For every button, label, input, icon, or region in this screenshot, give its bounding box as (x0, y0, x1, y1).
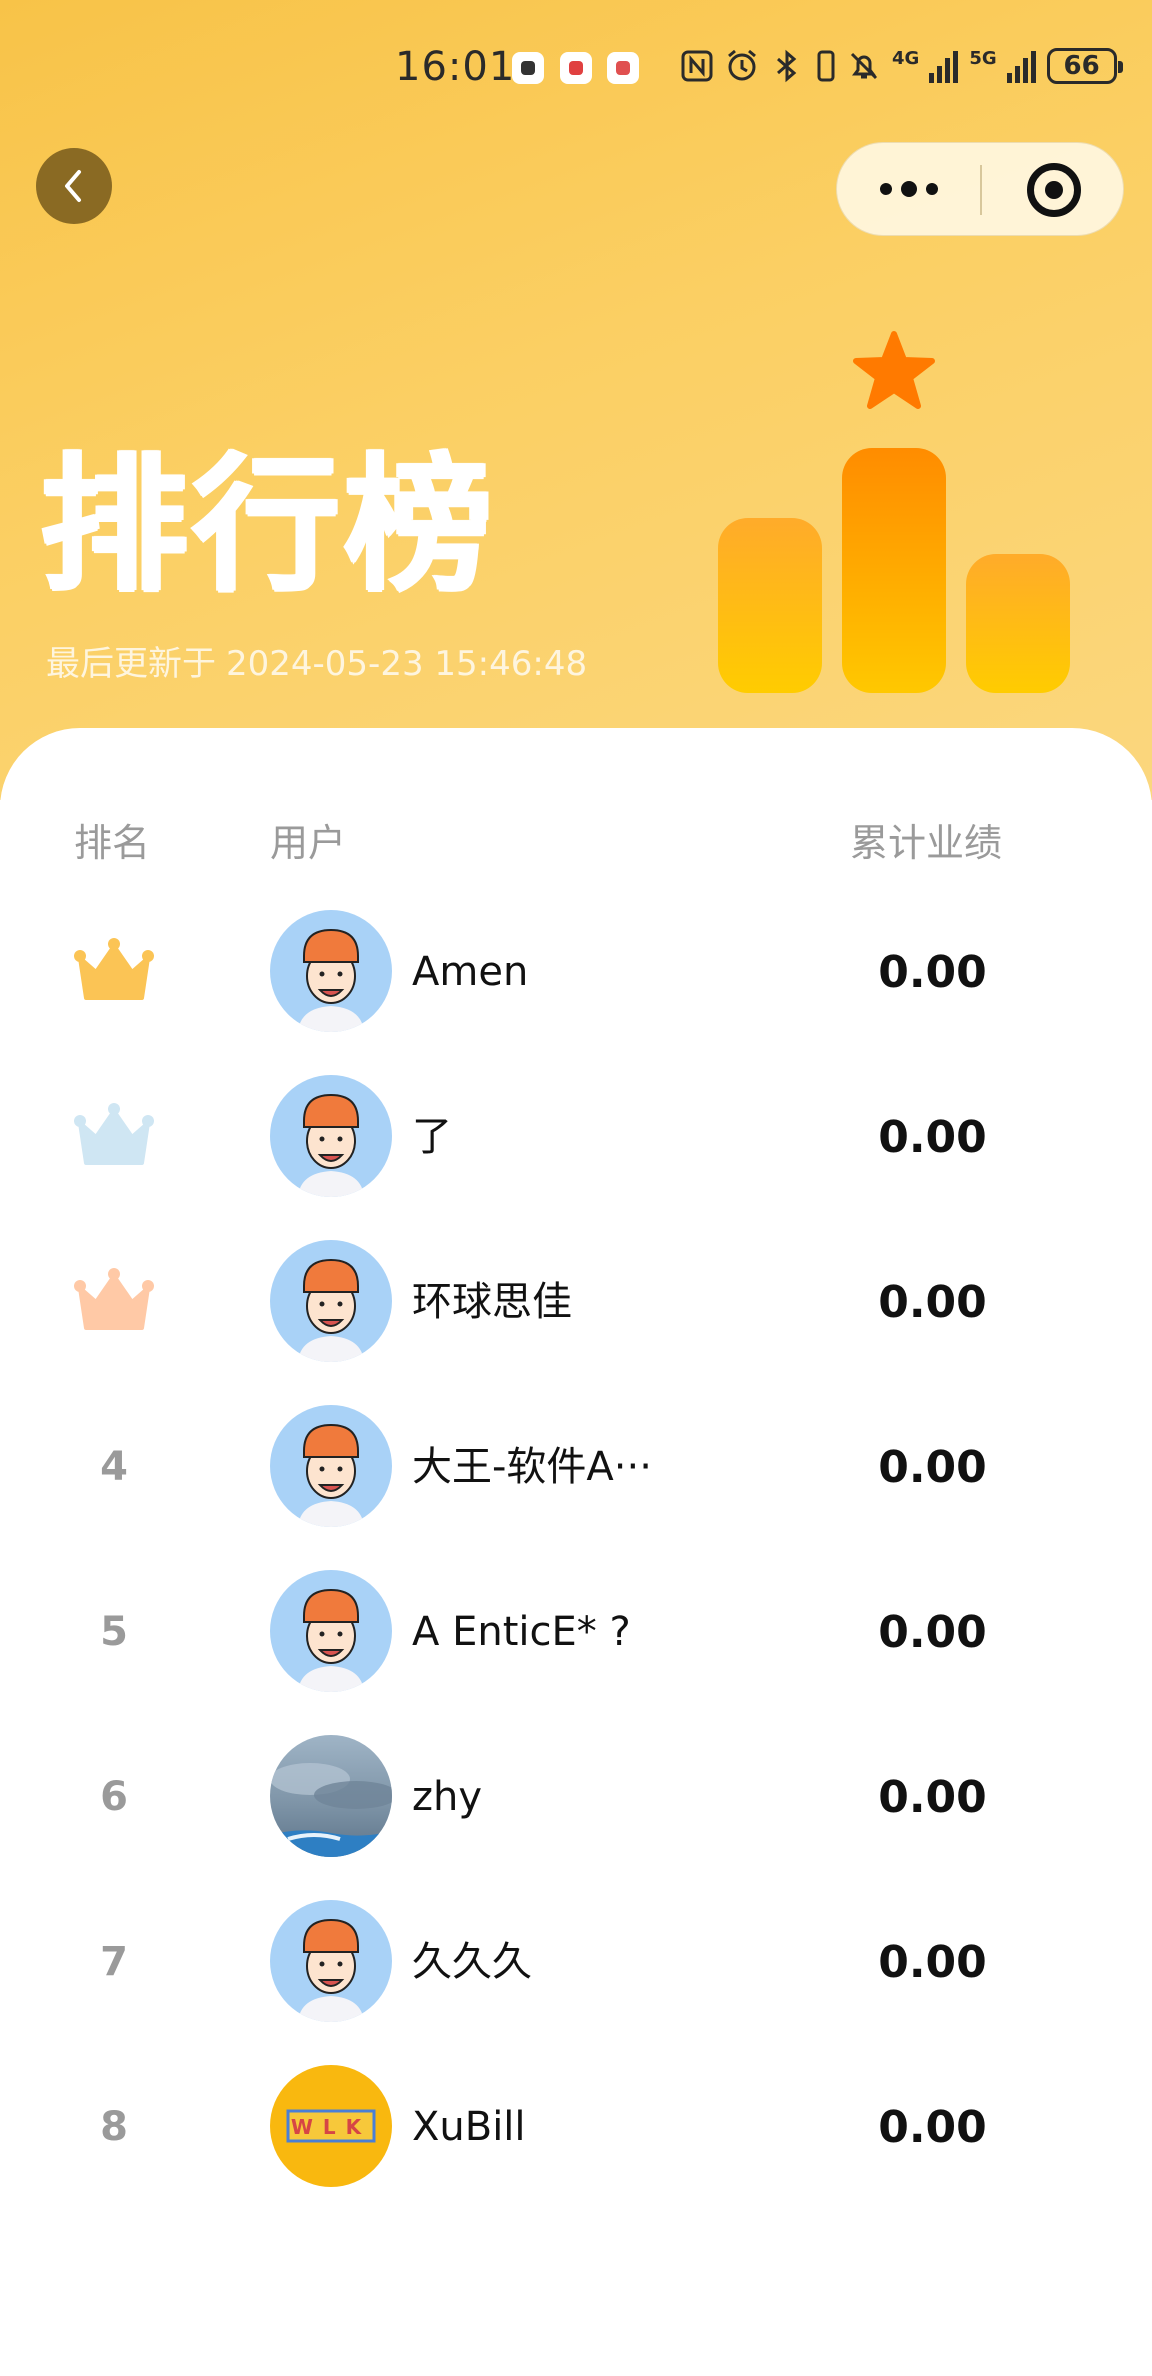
page-title: 排行榜 (40, 439, 496, 611)
rank-number: 4 (100, 1444, 128, 1490)
network-5g-label: 5G (969, 48, 997, 69)
username: 大王-软件A··· (412, 1444, 652, 1490)
last-updated: 最后更新于 2024-05-23 15:46:48 (46, 636, 597, 685)
miniprogram-capsule (836, 142, 1124, 236)
back-button[interactable] (36, 148, 112, 224)
avatar[interactable] (270, 910, 392, 1032)
mute-icon (850, 52, 878, 80)
podium-bar-right (966, 554, 1070, 693)
more-button[interactable] (837, 143, 980, 237)
cartoon-avatar-image (270, 1075, 392, 1197)
rank-number: 5 (100, 1609, 128, 1655)
leaderboard-row[interactable]: 4 大王-软件A··· 0.00 (0, 1385, 1152, 1550)
alarm-icon (728, 49, 756, 81)
system-icons: 4G 5G 66 (680, 44, 1123, 88)
avatar[interactable] (270, 1900, 392, 2022)
chevron-left-icon (65, 170, 81, 202)
leaderboard-row[interactable]: 5 A EnticE* ? 0.00 (0, 1550, 1152, 1715)
rank-number: 7 (100, 1939, 128, 1985)
leaderboard-row[interactable]: 了 0.00 (0, 1055, 1152, 1220)
signal-icon (1006, 51, 1036, 83)
cartoon-avatar-image (270, 1240, 392, 1362)
logo-avatar-image: WLK (270, 2065, 392, 2187)
avatar[interactable] (270, 1405, 392, 1527)
leaderboard-row[interactable]: 8 WLK XuBill 0.00 (0, 2045, 1152, 2210)
score-value: 0.00 (878, 1772, 987, 1823)
more-dots-icon (879, 181, 938, 197)
username: zhy (412, 1774, 483, 1820)
score-value: 0.00 (878, 1277, 987, 1328)
close-miniprogram-button[interactable] (982, 143, 1125, 237)
bluetooth-icon (777, 49, 797, 83)
notification-icon (512, 52, 544, 84)
username: A EnticE* ? (412, 1609, 631, 1655)
notification-icon (560, 52, 592, 84)
cartoon-avatar-image (270, 1900, 392, 2022)
leaderboard-row[interactable]: 7 久久久 0.00 (0, 1880, 1152, 2045)
score-value: 0.00 (878, 1937, 987, 1988)
last-updated-label: 最后更新于 (46, 644, 216, 684)
signal-icon (929, 51, 959, 83)
cartoon-avatar-image (270, 1570, 392, 1692)
nfc-icon (681, 50, 713, 82)
avatar[interactable]: WLK (270, 2065, 392, 2187)
username: 久久久 (412, 1939, 532, 1985)
network-4g-label: 4G (892, 48, 920, 69)
avatar[interactable] (270, 1075, 392, 1197)
sky-photo-avatar-image (270, 1735, 392, 1857)
podium-illustration (718, 331, 1070, 693)
status-time: 16:01 (395, 44, 516, 90)
star-icon (853, 331, 935, 409)
leaderboard-row[interactable]: Amen 0.00 (0, 890, 1152, 1055)
podium-bar-left (718, 518, 822, 693)
logo-text: WLK (291, 2115, 371, 2139)
score-value: 0.00 (878, 1607, 987, 1658)
podium-bar-center (842, 448, 946, 693)
last-updated-time: 2024-05-23 15:46:48 (226, 644, 588, 684)
column-header-user: 用户 (270, 821, 347, 865)
username: 环球思佳 (412, 1279, 572, 1325)
score-value: 0.00 (878, 1442, 987, 1493)
rank-number: 6 (100, 1774, 128, 1820)
username: XuBill (412, 2104, 526, 2150)
username: 了 (412, 1114, 452, 1160)
avatar[interactable] (270, 1570, 392, 1692)
battery-level: 66 (1063, 51, 1100, 81)
target-circle-icon (1026, 163, 1081, 217)
avatar[interactable] (270, 1240, 392, 1362)
cartoon-avatar-image (270, 1405, 392, 1527)
leaderboard-row[interactable]: 环球思佳 0.00 (0, 1220, 1152, 1385)
avatar[interactable] (270, 1735, 392, 1857)
rank-number: 8 (100, 2104, 128, 2150)
silver-crown-icon (74, 1103, 154, 1165)
score-value: 0.00 (878, 947, 987, 998)
column-header-score: 累计业绩 (850, 821, 1003, 865)
vibrate-icon (817, 50, 835, 82)
score-value: 0.00 (878, 2102, 987, 2153)
username: Amen (412, 949, 529, 995)
notification-icon (607, 52, 639, 84)
leaderboard-row[interactable]: 6 zhy 0.00 (0, 1715, 1152, 1880)
gold-crown-icon (74, 938, 154, 1000)
column-header-rank: 排名 (74, 821, 151, 865)
score-value: 0.00 (878, 1112, 987, 1163)
status-bar: 16:01 4G 5G 66 (0, 0, 1152, 135)
battery-indicator: 66 (1046, 48, 1123, 84)
cartoon-avatar-image (270, 910, 392, 1032)
bronze-crown-icon (74, 1268, 154, 1330)
